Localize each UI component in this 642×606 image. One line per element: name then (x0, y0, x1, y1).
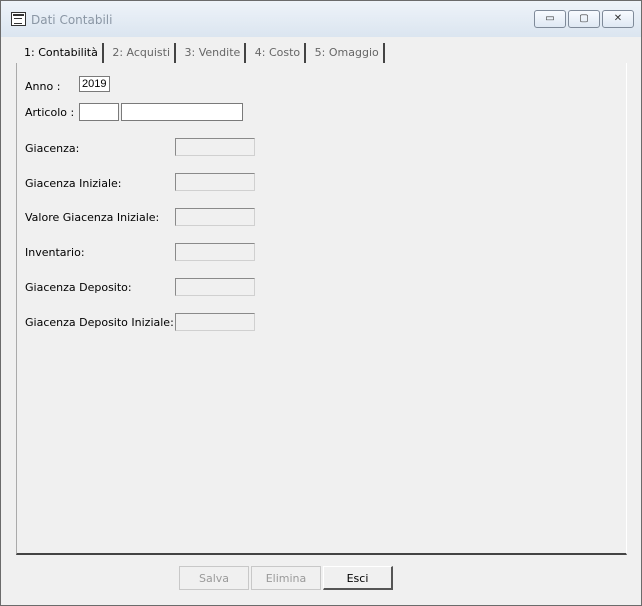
tab-acquisti[interactable]: 2: Acquisti (108, 43, 177, 63)
valore-giacenza-iniziale-field (175, 208, 255, 226)
dati-contabili-window: Dati Contabili ▭ ▢ ✕ 1: Contabilità 2: A… (0, 0, 642, 606)
inventario-label: Inventario: (25, 246, 85, 259)
articolo-code-input[interactable] (79, 103, 119, 121)
giacenza-field (175, 138, 255, 156)
minimize-button[interactable]: ▭ (534, 10, 566, 28)
tab-contabilita[interactable]: 1: Contabilità (20, 43, 104, 63)
maximize-button[interactable]: ▢ (568, 10, 600, 28)
form-icon (11, 12, 26, 26)
tab-omaggio[interactable]: 5: Omaggio (311, 43, 385, 63)
title-bar: Dati Contabili ▭ ▢ ✕ (1, 1, 641, 37)
anno-label: Anno : (25, 80, 61, 93)
tab-vendite[interactable]: 3: Vendite (181, 43, 247, 63)
close-button[interactable]: ✕ (602, 10, 634, 28)
giacenza-deposito-label: Giacenza Deposito: (25, 281, 132, 294)
articolo-label: Articolo : (25, 106, 75, 119)
giacenza-deposito-iniziale-label: Giacenza Deposito Iniziale: (25, 316, 174, 329)
tab-content-panel (16, 63, 627, 555)
articolo-description-input[interactable] (121, 103, 243, 121)
window-title: Dati Contabili (31, 13, 113, 27)
esci-button[interactable]: Esci (323, 566, 393, 590)
salva-button[interactable]: Salva (179, 566, 249, 590)
inventario-field (175, 243, 255, 261)
giacenza-iniziale-field (175, 173, 255, 191)
tab-strip: 1: Contabilità 2: Acquisti 3: Vendite 4:… (20, 43, 386, 63)
elimina-button[interactable]: Elimina (251, 566, 321, 590)
valore-giacenza-iniziale-label: Valore Giacenza Iniziale: (25, 211, 160, 224)
anno-input[interactable] (79, 76, 110, 92)
giacenza-label: Giacenza: (25, 142, 80, 155)
giacenza-deposito-iniziale-field (175, 313, 255, 331)
giacenza-iniziale-label: Giacenza Iniziale: (25, 177, 122, 190)
giacenza-deposito-field (175, 278, 255, 296)
tab-costo[interactable]: 4: Costo (251, 43, 307, 63)
